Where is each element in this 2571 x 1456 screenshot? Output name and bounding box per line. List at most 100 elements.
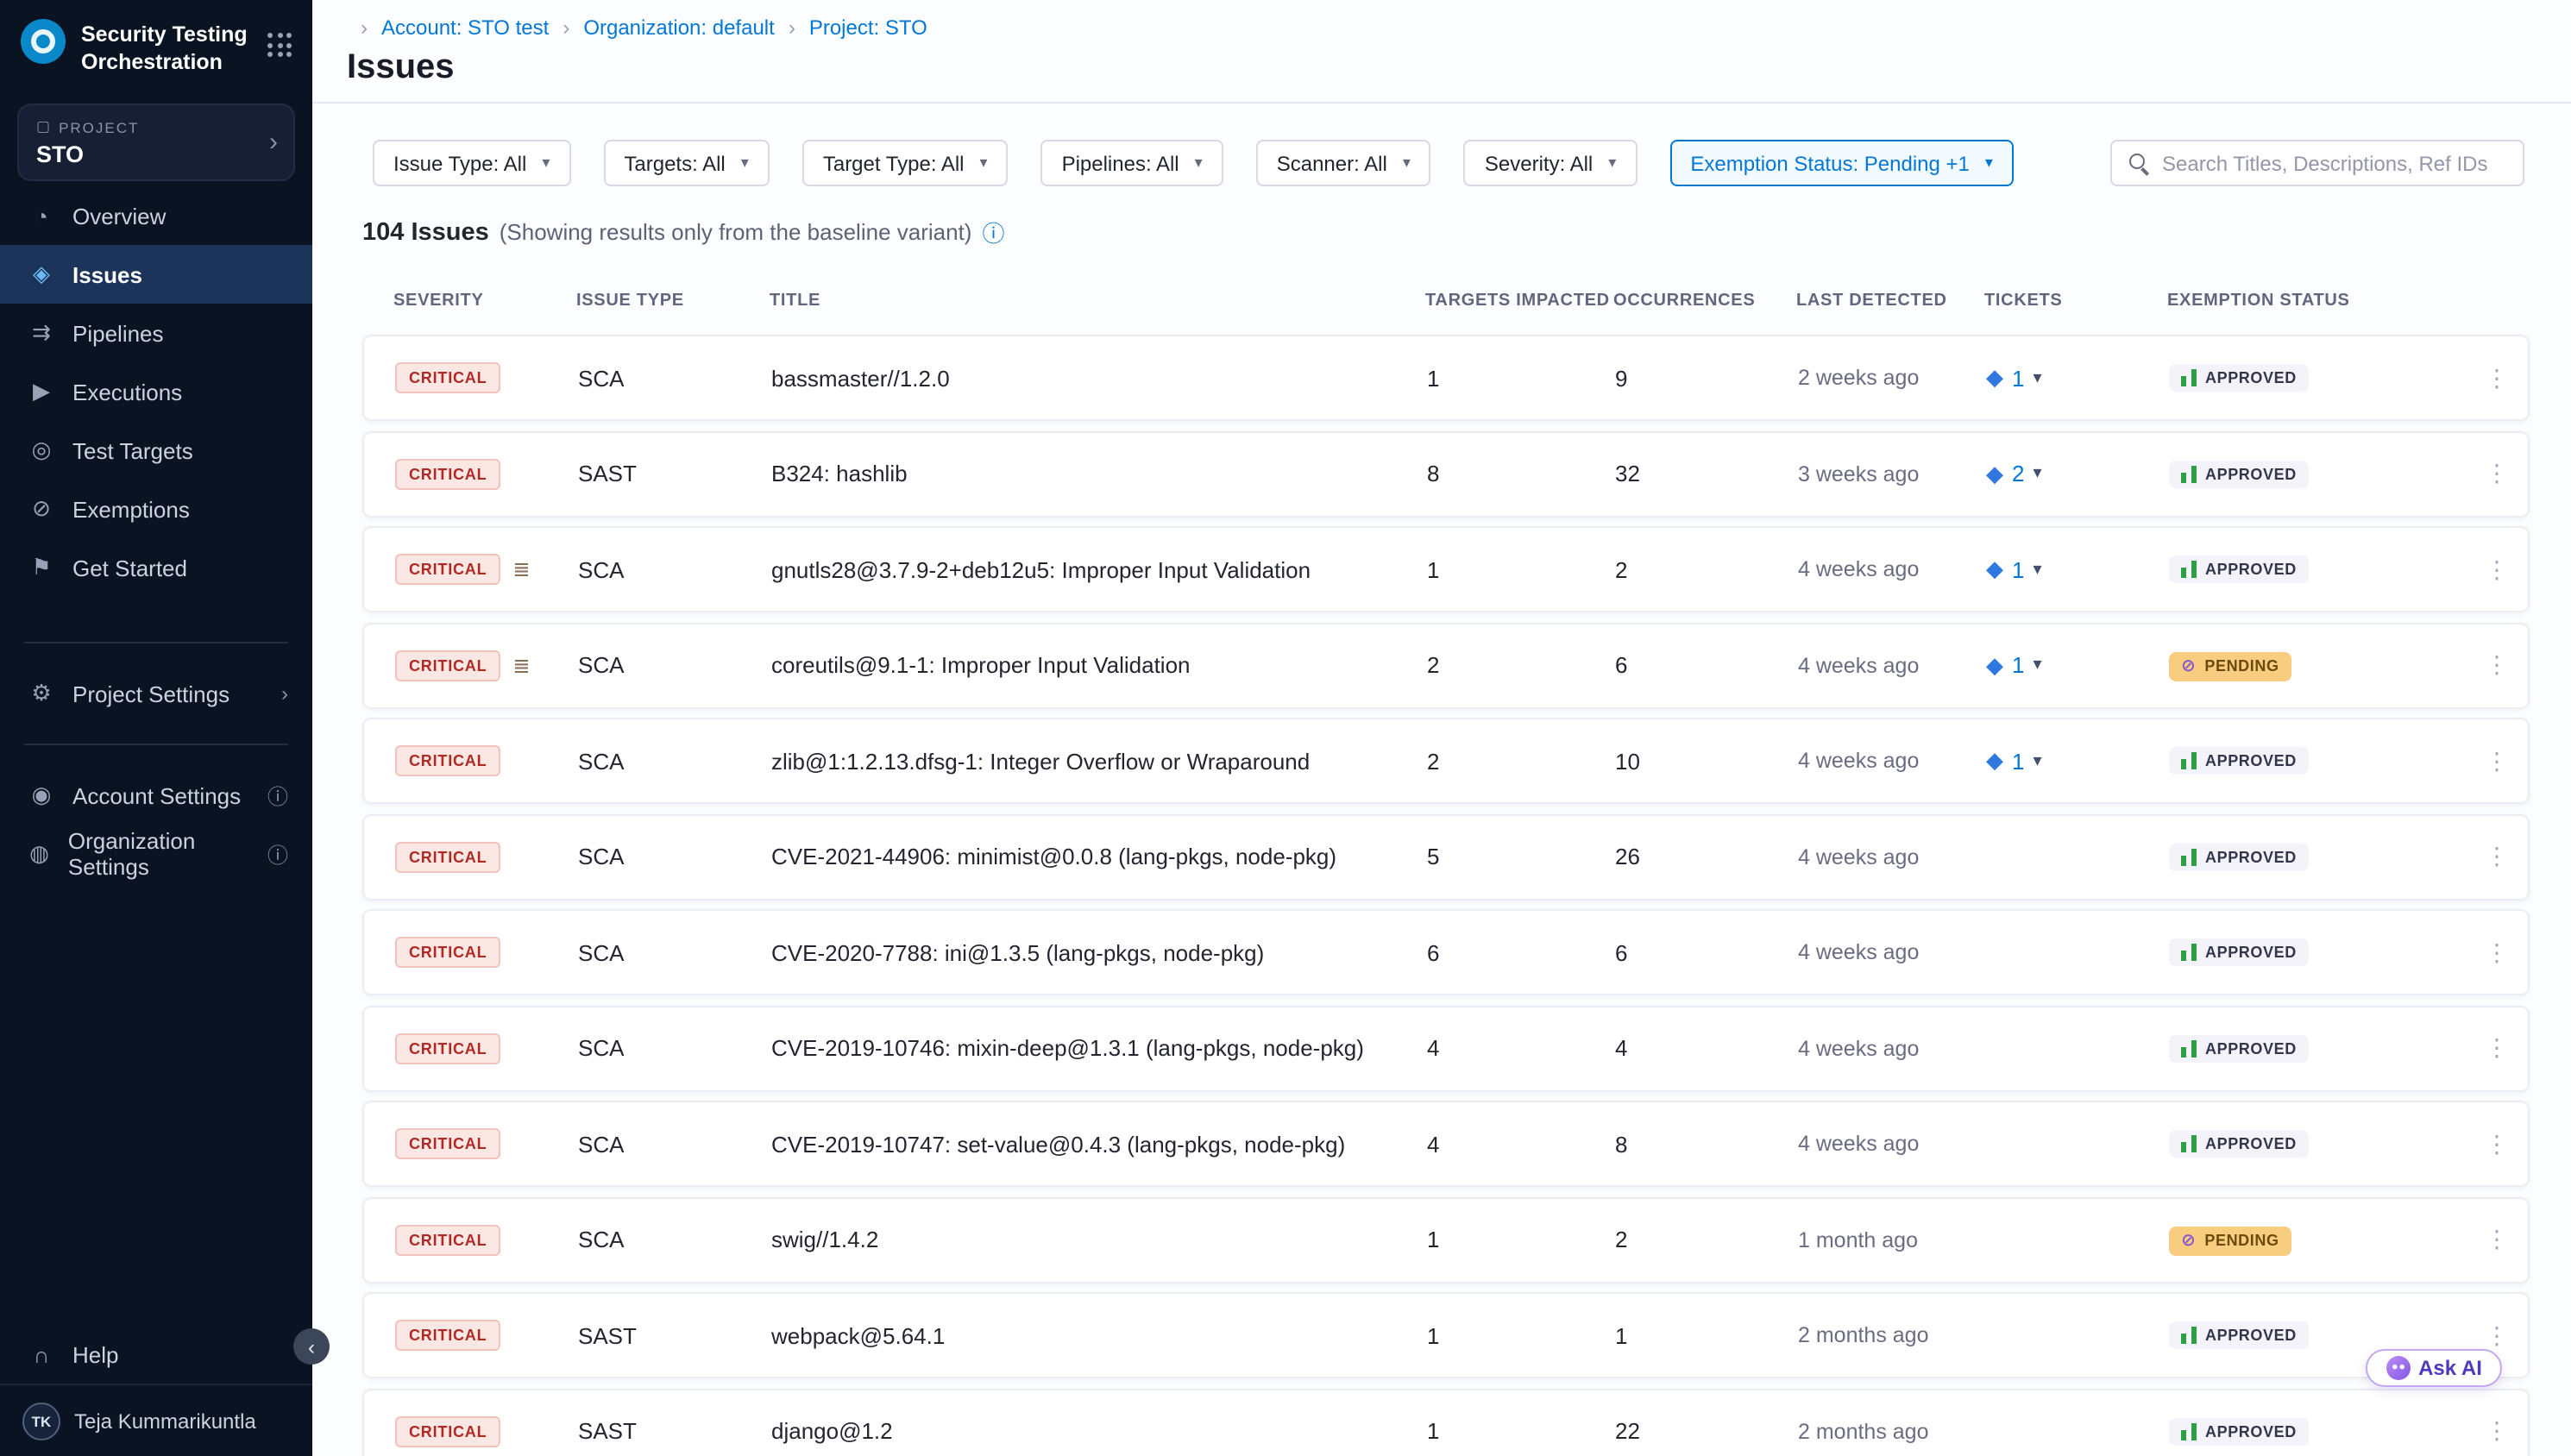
ticket-link[interactable]: ◆ 1 ▾ [1986, 364, 2042, 392]
exemption-status-badge: APPROVED [2169, 1321, 2309, 1349]
table-row[interactable]: CRITICAL SAST django@1.2 1 22 2 months a… [362, 1388, 2530, 1456]
pipelines-icon[interactable]: ⇉ Pipelines [0, 304, 312, 362]
baseline-note: (Showing results only from the baseline … [500, 219, 972, 245]
filter-pill[interactable]: Targets: All ▾ [603, 140, 769, 186]
filter-pill[interactable]: Severity: All ▾ [1464, 140, 1637, 186]
filter-pill[interactable]: Scanner: All ▾ [1256, 140, 1431, 186]
issues-icon[interactable]: ◈ Issues [0, 245, 312, 304]
exemption-status-badge: ⊘ PENDING [2169, 1226, 2291, 1255]
overview-icon[interactable]: ◔ Overview [0, 186, 312, 245]
table-row[interactable]: CRITICAL ≣ SCA coreutils@9.1-1: Improper… [362, 622, 2530, 708]
ask-ai-button[interactable]: Ask AI [2366, 1349, 2502, 1387]
row-menu-button[interactable]: ⋮ [2466, 1416, 2528, 1446]
exemption-status-badge: APPROVED [2169, 460, 2309, 487]
row-menu-button[interactable]: ⋮ [2466, 938, 2528, 967]
sidebar-item-account-settings[interactable]: ◉ Account Settings ⓘ [0, 766, 312, 825]
table-row[interactable]: CRITICAL SCA bassmaster//1.2.0 1 9 2 wee… [362, 335, 2530, 421]
ticket-icon: ◆ [1986, 460, 2003, 487]
ticket-link[interactable]: ◆ 1 ▾ [1986, 747, 2042, 775]
table-row[interactable]: CRITICAL SCA CVE-2021-44906: minimist@0.… [362, 813, 2530, 900]
issue-type: SCA [578, 1227, 771, 1252]
last-detected: 3 weeks ago [1798, 461, 1986, 486]
severity-badge: CRITICAL [395, 362, 500, 393]
filter-bar: Issue Type: All ▾ Targets: All ▾ Target … [312, 140, 2571, 186]
row-menu-button[interactable]: ⋮ [2466, 1033, 2528, 1063]
issue-title: django@1.2 [771, 1418, 1427, 1444]
exemption-status-badge: APPROVED [2169, 938, 2309, 966]
sidebar-item-organization-settings[interactable]: ◍ Organization Settings ⓘ [0, 825, 312, 883]
severity-badge: CRITICAL [395, 458, 500, 489]
exemption-status-badge: APPROVED [2169, 843, 2309, 870]
sidebar-divider [24, 744, 288, 745]
sidebar-item-project-settings[interactable]: ⚙ Project Settings › [0, 664, 312, 723]
table-row[interactable]: CRITICAL SCA CVE-2020-7788: ini@1.3.5 (l… [362, 909, 2530, 995]
targets-impacted: 4 [1427, 1131, 1615, 1157]
row-menu-button[interactable]: ⋮ [2466, 1129, 2528, 1158]
get-started-icon[interactable]: ⚑ Get Started [0, 538, 312, 597]
ticket-link[interactable]: ◆ 1 ▾ [1986, 555, 2042, 583]
info-icon[interactable]: ⓘ [982, 216, 1004, 248]
caret-down-icon[interactable]: ▾ [2033, 656, 2041, 675]
page-header: Account: STO testOrganization: defaultPr… [312, 0, 2571, 104]
approved-icon [2181, 561, 2197, 578]
row-menu-button[interactable]: ⋮ [2466, 842, 2528, 871]
occurrences: 8 [1615, 1131, 1798, 1157]
row-menu-button[interactable]: ⋮ [2466, 1321, 2528, 1350]
approved-icon [2181, 1135, 2197, 1152]
caret-down-icon[interactable]: ▾ [2033, 751, 2041, 770]
avatar: TK [22, 1402, 60, 1440]
table-row[interactable]: CRITICAL SAST webpack@5.64.1 1 1 2 month… [362, 1292, 2530, 1378]
filter-pill[interactable]: Issue Type: All ▾ [373, 140, 570, 186]
occurrences: 22 [1615, 1418, 1798, 1444]
filter-pill[interactable]: Exemption Status: Pending +1 ▾ [1669, 140, 2014, 186]
row-menu-button[interactable]: ⋮ [2466, 1225, 2528, 1254]
exemptions-icon[interactable]: ⊘ Exemptions [0, 480, 312, 538]
approved-icon [2181, 1327, 2197, 1344]
row-menu-button[interactable]: ⋮ [2466, 650, 2528, 680]
exemption-status-badge: ⊘ PENDING [2169, 651, 2291, 681]
chevron-down-icon: ▾ [542, 154, 550, 173]
targets-impacted: 4 [1427, 1035, 1615, 1061]
executions-icon[interactable]: ▶ Executions [0, 362, 312, 421]
sidebar-collapse-button[interactable]: ‹ [293, 1328, 330, 1365]
project-name: STO [36, 141, 276, 167]
last-detected: 2 months ago [1798, 1323, 1986, 1347]
table-row[interactable]: CRITICAL SCA zlib@1:1.2.13.dfsg-1: Integ… [362, 718, 2530, 804]
table-row[interactable]: CRITICAL SAST B324: hashlib 8 32 3 weeks… [362, 430, 2530, 517]
chevron-down-icon: ▾ [1403, 154, 1411, 173]
row-menu-button[interactable]: ⋮ [2466, 555, 2528, 584]
caret-down-icon[interactable]: ▾ [2033, 368, 2041, 387]
column-header: SEVERITY [393, 292, 576, 311]
filter-pill[interactable]: Target Type: All ▾ [802, 140, 1009, 186]
caret-down-icon[interactable]: ▾ [2033, 560, 2041, 579]
row-menu-button[interactable]: ⋮ [2466, 746, 2528, 775]
row-menu-button[interactable]: ⋮ [2466, 459, 2528, 488]
breadcrumb-link[interactable]: Organization: default [549, 16, 775, 40]
sidebar-item-help[interactable]: ∩ Help [0, 1325, 312, 1384]
project-selector[interactable]: ▢ PROJECT STO › [17, 104, 295, 181]
table-row[interactable]: CRITICAL ≣ SCA gnutls28@3.7.9-2+deb12u5:… [362, 526, 2530, 612]
table-row[interactable]: CRITICAL SCA CVE-2019-10746: mixin-deep@… [362, 1005, 2530, 1091]
ticket-link[interactable]: ◆ 2 ▾ [1986, 460, 2042, 487]
ticket-link[interactable]: ◆ 1 ▾ [1986, 651, 2042, 679]
breadcrumb-link[interactable]: Account: STO test [347, 16, 549, 40]
targets-impacted: 1 [1427, 1322, 1615, 1348]
issue-type: SCA [578, 844, 771, 869]
caret-down-icon[interactable]: ▾ [2033, 464, 2041, 483]
targets-impacted: 1 [1427, 1418, 1615, 1444]
test-targets-icon[interactable]: ◎ Test Targets [0, 421, 312, 480]
row-menu-button[interactable]: ⋮ [2466, 363, 2528, 392]
targets-impacted: 2 [1427, 652, 1615, 678]
module-grid-icon[interactable] [267, 33, 292, 57]
sidebar: Security Testing Orchestration ▢ PROJECT… [0, 0, 312, 1456]
table-row[interactable]: CRITICAL SCA swig//1.4.2 1 2 1 month ago [362, 1196, 2530, 1283]
column-header: OCCURRENCES [1613, 292, 1796, 311]
last-detected: 4 weeks ago [1798, 1036, 1986, 1060]
issue-type: SCA [578, 939, 771, 965]
table-row[interactable]: CRITICAL SCA CVE-2019-10747: set-value@0… [362, 1101, 2530, 1187]
issue-type: SCA [578, 748, 771, 774]
breadcrumb-link[interactable]: Project: STO [775, 16, 927, 40]
search-input[interactable] [2162, 151, 2507, 175]
filter-pill[interactable]: Pipelines: All ▾ [1041, 140, 1223, 186]
user-menu[interactable]: TK Teja Kummarikuntla [0, 1384, 312, 1456]
